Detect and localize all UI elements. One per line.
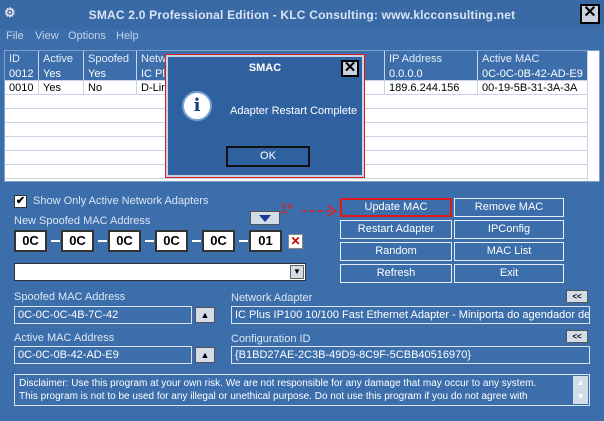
- mac-octet-3[interactable]: 0C: [108, 230, 141, 252]
- table-scrollbar[interactable]: [587, 51, 599, 181]
- cell-id: 0012: [5, 67, 39, 81]
- dialog-title: SMAC: [168, 57, 362, 79]
- info-icon: i: [182, 91, 212, 121]
- cell-spoofed: No: [84, 81, 137, 95]
- active-mac-label: Active MAC Address: [14, 332, 115, 344]
- octet-separator: [98, 240, 107, 242]
- title-bar: ⚙ SMAC 2.0 Professional Edition - KLC Co…: [0, 0, 604, 29]
- mac-octet-1[interactable]: 0C: [14, 230, 47, 252]
- collapse-config-icon[interactable]: <<: [566, 330, 588, 343]
- mac-octet-6[interactable]: 01: [249, 230, 282, 252]
- network-adapter-label: Network Adapter: [231, 292, 313, 304]
- menu-help[interactable]: Help: [116, 30, 139, 42]
- restart-adapter-button[interactable]: Restart Adapter: [340, 220, 452, 239]
- cell-active-mac: 00-19-5B-31-3A-3A: [478, 81, 588, 95]
- mac-octet-4[interactable]: 0C: [155, 230, 188, 252]
- smac-window: ⚙ SMAC 2.0 Professional Edition - KLC Co…: [0, 0, 604, 421]
- red-annotation: 1º: [280, 200, 293, 216]
- menu-options[interactable]: Options: [68, 30, 106, 42]
- col-active-mac[interactable]: Active MAC: [478, 51, 588, 67]
- close-button[interactable]: ✕: [580, 4, 600, 24]
- chevron-down-icon[interactable]: ▼: [290, 265, 304, 279]
- dialog-close-button[interactable]: ✕: [341, 60, 359, 77]
- octet-separator: [239, 240, 248, 242]
- network-adapter-field: IC Plus IP100 10/100 Fast Ethernet Adapt…: [231, 306, 590, 324]
- mac-dropdown-button[interactable]: [250, 211, 280, 225]
- scroll-up-icon[interactable]: ▲: [573, 376, 588, 390]
- octet-separator: [51, 240, 60, 242]
- cell-active: Yes: [39, 81, 84, 95]
- restart-complete-dialog: SMAC ✕ i Adapter Restart Complete OK: [165, 54, 365, 178]
- active-mac-field: 0C-0C-0B-42-AD-E9: [14, 346, 192, 364]
- copy-spoofed-up-icon[interactable]: ▲: [195, 307, 215, 323]
- show-active-label: Show Only Active Network Adapters: [33, 195, 209, 207]
- mac-octet-5[interactable]: 0C: [202, 230, 235, 252]
- new-mac-label: New Spoofed MAC Address: [14, 215, 151, 227]
- disclaimer-scrollbar[interactable]: ▲ ▼: [573, 376, 588, 404]
- col-spoofed[interactable]: Spoofed: [84, 51, 137, 67]
- ipconfig-button[interactable]: IPConfig: [454, 220, 564, 239]
- clear-mac-icon[interactable]: ✕: [288, 234, 303, 249]
- arrow-down-icon: [259, 215, 271, 222]
- col-active[interactable]: Active: [39, 51, 84, 67]
- update-mac-button[interactable]: Update MAC: [340, 198, 452, 217]
- remove-mac-button[interactable]: Remove MAC: [454, 198, 564, 217]
- random-button[interactable]: Random: [340, 242, 452, 261]
- col-id[interactable]: ID: [5, 51, 39, 67]
- ok-button[interactable]: OK: [226, 146, 310, 167]
- configuration-id-field: {B1BD27AE-2C3B-49D9-8C9F-5CBB40516970}: [231, 346, 590, 364]
- cell-active-mac: 0C-0C-0B-42-AD-E9: [478, 67, 588, 81]
- refresh-button[interactable]: Refresh: [340, 264, 452, 283]
- mac-list-button[interactable]: MAC List: [454, 242, 564, 261]
- disclaimer-line-2: This program is not to be used for any i…: [19, 391, 528, 402]
- menu-bar: File View Options Help: [0, 29, 604, 46]
- cell-ip-address: 0.0.0.0: [385, 67, 478, 81]
- disclaimer-box: Disclaimer: Use this program at your own…: [14, 374, 590, 406]
- collapse-adapter-icon[interactable]: <<: [566, 290, 588, 303]
- mac-select-combo[interactable]: ▼: [14, 263, 306, 281]
- menu-view[interactable]: View: [35, 30, 59, 42]
- spoofed-mac-field: 0C-0C-0C-4B-7C-42: [14, 306, 192, 324]
- cell-id: 0010: [5, 81, 39, 95]
- dialog-message: Adapter Restart Complete: [230, 105, 358, 117]
- show-active-checkbox[interactable]: ✔: [14, 195, 27, 208]
- window-title: SMAC 2.0 Professional Edition - KLC Cons…: [88, 8, 516, 22]
- scroll-down-icon[interactable]: ▼: [573, 390, 588, 404]
- cell-ip-address: 189.6.244.156: [385, 81, 478, 95]
- configuration-id-label: Configuration ID: [231, 333, 311, 345]
- cell-active: Yes: [39, 67, 84, 81]
- octet-separator: [192, 240, 201, 242]
- octet-separator: [145, 240, 154, 242]
- cell-spoofed: Yes: [84, 67, 137, 81]
- spoofed-mac-label: Spoofed MAC Address: [14, 291, 126, 303]
- mac-octet-2[interactable]: 0C: [61, 230, 94, 252]
- exit-button[interactable]: Exit: [454, 264, 564, 283]
- col-ip-address[interactable]: IP Address: [385, 51, 478, 67]
- disclaimer-line-1: Disclaimer: Use this program at your own…: [19, 378, 537, 389]
- menu-file[interactable]: File: [6, 30, 24, 42]
- copy-active-up-icon[interactable]: ▲: [195, 347, 215, 363]
- red-arrow-icon: [302, 205, 338, 217]
